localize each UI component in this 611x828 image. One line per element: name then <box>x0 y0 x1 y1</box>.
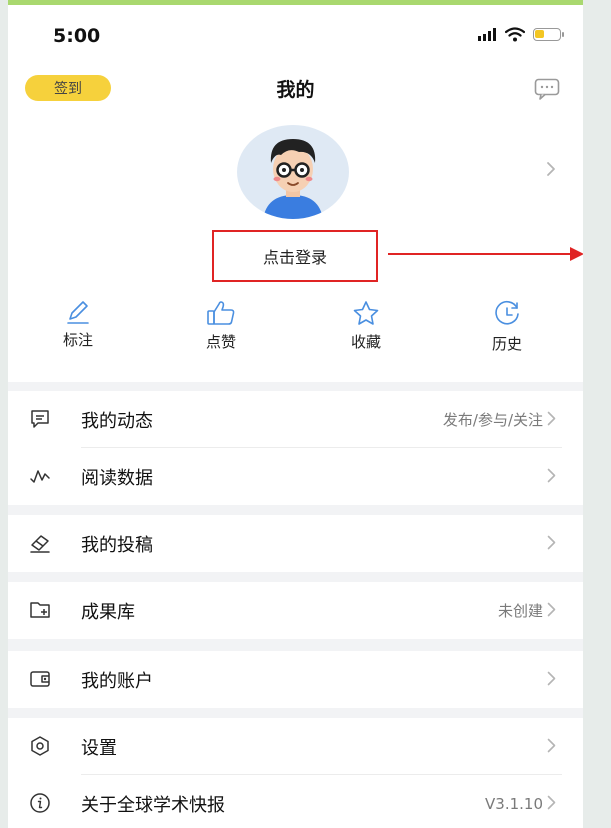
cartoon-avatar-icon <box>263 139 323 219</box>
annotation-arrow-head <box>570 247 583 261</box>
login-label: 点击登录 <box>262 248 327 267</box>
menu-item-my-submissions[interactable]: 我的投稿 <box>8 515 583 572</box>
frame-right-border <box>583 0 611 828</box>
quick-action-like[interactable]: 点赞 <box>181 300 261 352</box>
menu-item-label: 我的投稿 <box>81 534 153 556</box>
eraser-send-icon <box>30 535 50 553</box>
quick-action-label: 历史 <box>491 335 522 353</box>
signal-icon <box>478 27 496 41</box>
menu-item-label: 成果库 <box>81 601 135 623</box>
annotation-arrow-line <box>388 253 574 255</box>
menu-item-label: 设置 <box>81 737 117 759</box>
chevron-right-icon <box>547 795 556 810</box>
menu-group-submissions: 我的投稿 <box>8 515 583 572</box>
menu-item-label: 阅读数据 <box>81 467 153 489</box>
chevron-right-icon <box>547 738 556 753</box>
menu-item-about[interactable]: 关于全球学术快报 V3.1.10 <box>8 775 583 828</box>
battery-icon <box>533 28 564 41</box>
hexagon-settings-icon <box>31 736 49 756</box>
chevron-right-icon <box>547 671 556 686</box>
comment-icon <box>31 410 49 428</box>
quick-action-label: 点赞 <box>205 333 236 351</box>
menu-item-value: 发布/参与/关注 <box>442 411 543 429</box>
menu-group-settings: 设置 关于全球学术快报 V3.1.10 <box>8 718 583 828</box>
pencil-icon <box>67 301 89 324</box>
menu-item-value: V3.1.10 <box>485 794 543 813</box>
thumbs-up-icon <box>207 301 235 325</box>
chat-bubble-icon[interactable] <box>534 78 560 100</box>
folder-add-icon <box>30 602 50 618</box>
history-clock-icon <box>495 301 519 325</box>
phone-screen: 5:00 签到 我的 点击登录 标注 点赞 收藏 历史 我的动态 发布/参与/关… <box>8 5 583 828</box>
status-icons <box>477 27 564 42</box>
menu-item-my-account[interactable]: 我的账户 <box>8 651 583 708</box>
login-button[interactable]: 点击登录 <box>212 230 378 282</box>
profile-chevron-right-icon[interactable] <box>546 161 556 177</box>
quick-action-label: 收藏 <box>350 333 381 351</box>
menu-group-account: 我的账户 <box>8 651 583 708</box>
wallet-icon <box>30 671 50 687</box>
star-icon <box>353 301 379 325</box>
menu-item-label: 我的动态 <box>81 410 153 432</box>
status-time: 5:00 <box>53 25 101 47</box>
frame-left-border <box>0 0 8 828</box>
menu-item-label: 关于全球学术快报 <box>81 794 225 816</box>
chevron-right-icon <box>547 411 556 426</box>
line-graph-icon <box>30 470 50 483</box>
menu-item-my-activity[interactable]: 我的动态 发布/参与/关注 <box>8 391 583 448</box>
chevron-right-icon <box>547 535 556 550</box>
quick-action-label: 标注 <box>62 331 93 349</box>
menu-group-activity: 我的动态 发布/参与/关注 阅读数据 <box>8 391 583 505</box>
profile-header-card: 5:00 签到 我的 点击登录 标注 点赞 收藏 历史 <box>8 5 583 382</box>
menu-item-settings[interactable]: 设置 <box>8 718 583 775</box>
menu-item-label: 我的账户 <box>81 670 153 692</box>
menu-item-results-library[interactable]: 成果库 未创建 <box>8 582 583 639</box>
avatar[interactable] <box>237 125 349 219</box>
info-icon <box>30 793 50 813</box>
quick-action-annotate[interactable]: 标注 <box>38 300 118 350</box>
menu-item-value: 未创建 <box>497 602 543 620</box>
quick-actions-row: 标注 点赞 收藏 历史 <box>8 300 583 360</box>
menu-item-reading-data[interactable]: 阅读数据 <box>8 448 583 505</box>
wifi-icon <box>505 27 525 42</box>
quick-action-history[interactable]: 历史 <box>467 300 547 354</box>
page-title: 我的 <box>276 79 315 101</box>
chevron-right-icon <box>547 468 556 483</box>
quick-action-favorite[interactable]: 收藏 <box>326 300 406 352</box>
menu-group-results: 成果库 未创建 <box>8 582 583 639</box>
chevron-right-icon <box>547 602 556 617</box>
